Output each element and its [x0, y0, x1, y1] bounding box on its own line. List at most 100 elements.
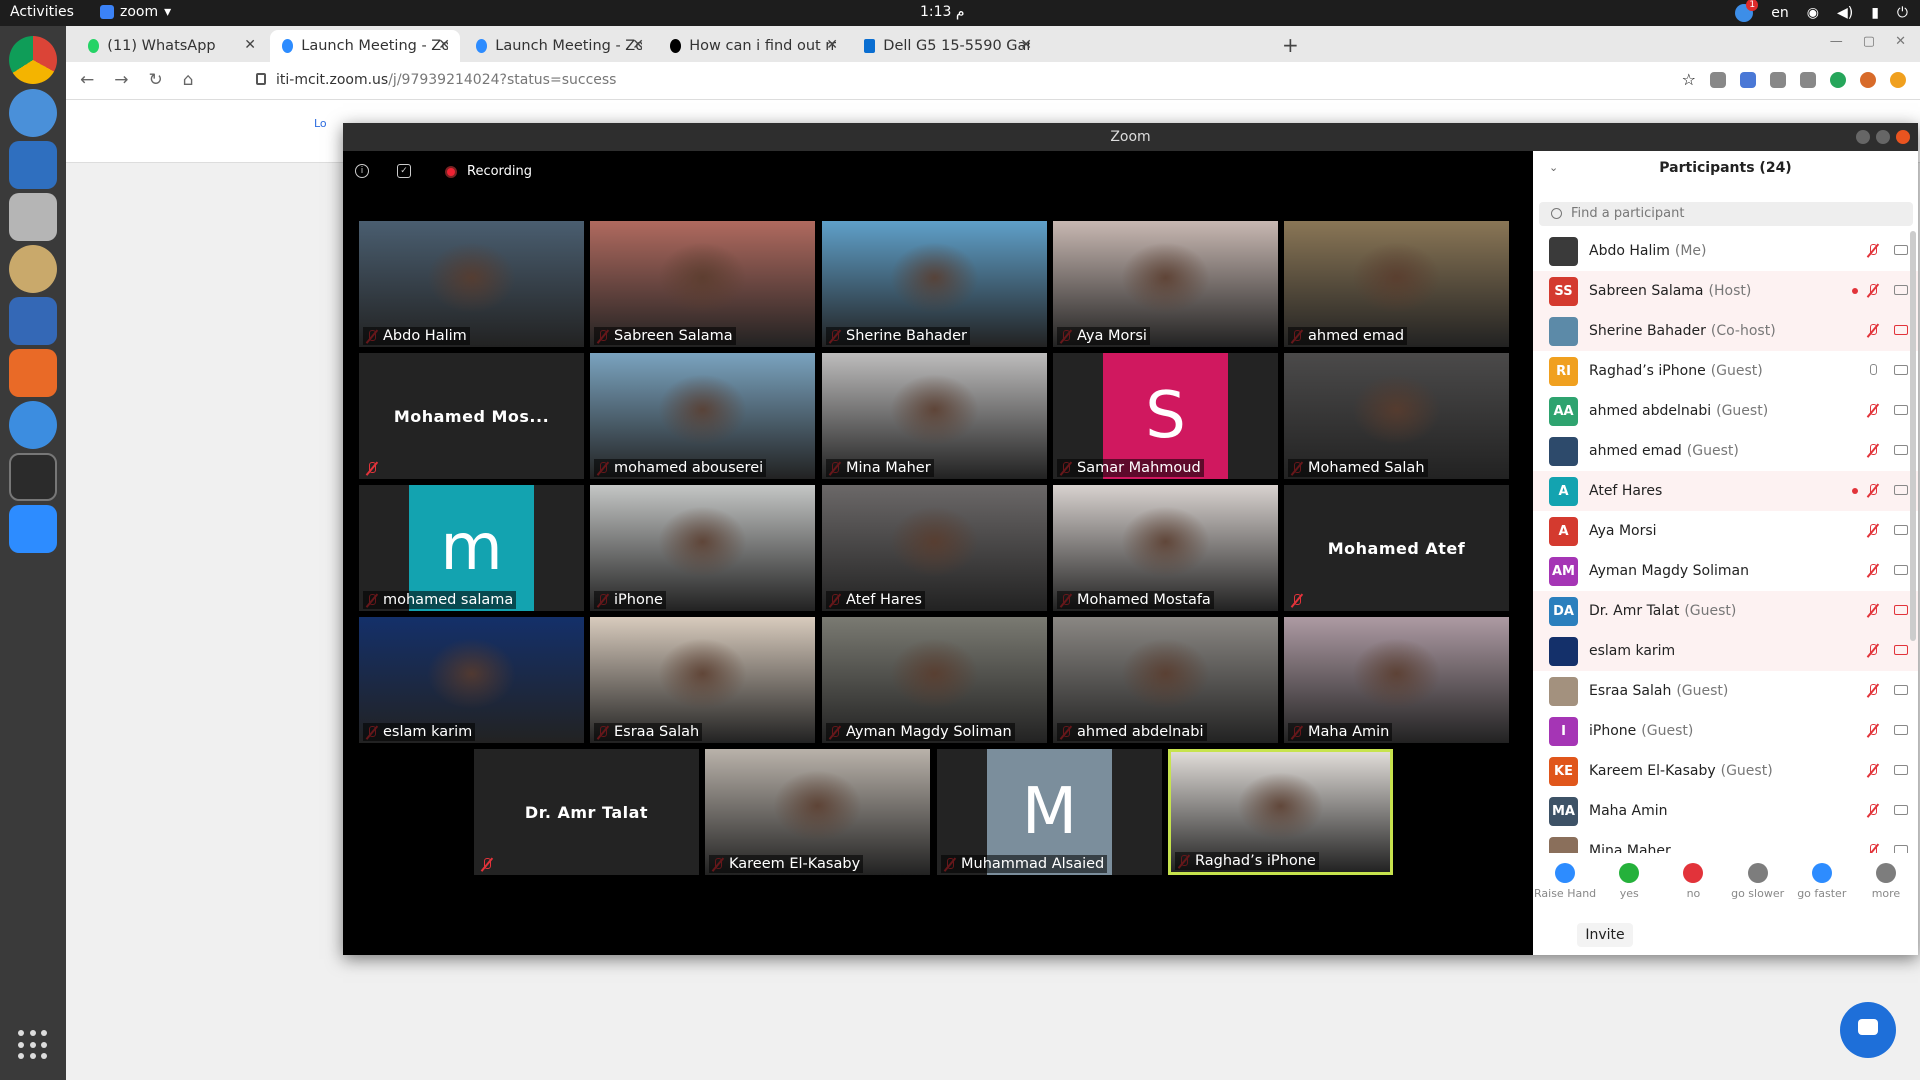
show-applications-icon[interactable] — [18, 1030, 48, 1060]
participant-row[interactable]: Esraa Salah (Guest) — [1533, 671, 1918, 711]
video-camera-icon[interactable] — [1894, 765, 1908, 775]
tab-question[interactable]: How can i find out my mo✕ — [658, 30, 848, 62]
video-tile[interactable]: mohamed abouserei — [590, 353, 815, 479]
video-tile[interactable]: Atef Hares — [822, 485, 1047, 611]
video-off-icon[interactable] — [1894, 605, 1908, 615]
video-tile[interactable]: Sherine Bahader — [822, 221, 1047, 347]
participant-row[interactable]: Sherine Bahader (Co-host) — [1533, 311, 1918, 351]
participant-row[interactable]: SS Sabreen Salama (Host) — [1533, 271, 1918, 311]
app-menu[interactable]: zoom ▾ — [100, 4, 171, 20]
muted-mic-icon[interactable] — [1866, 803, 1880, 819]
muted-mic-icon[interactable] — [1866, 843, 1880, 853]
close-tab-icon[interactable]: ✕ — [632, 37, 644, 53]
participant-row[interactable]: A Atef Hares — [1533, 471, 1918, 511]
muted-mic-icon[interactable] — [1866, 323, 1880, 339]
lock-icon[interactable] — [256, 73, 266, 85]
participant-row[interactable]: Mina Maher — [1533, 831, 1918, 853]
video-off-icon[interactable] — [1894, 645, 1908, 655]
participant-row[interactable]: KE Kareem El-Kasaby (Guest) — [1533, 751, 1918, 791]
participant-row[interactable]: AM Ayman Magdy Soliman — [1533, 551, 1918, 591]
close-icon[interactable]: ✕ — [1895, 34, 1906, 49]
restore-icon[interactable]: ▢ — [1863, 34, 1875, 49]
minimize-icon[interactable] — [1856, 130, 1870, 144]
terminal-icon[interactable] — [9, 453, 57, 501]
home-icon[interactable]: ⌂ — [183, 70, 194, 90]
video-tile[interactable]: Raghad’s iPhone — [1168, 749, 1393, 875]
participant-search-input[interactable]: Find a participant — [1539, 202, 1913, 226]
video-tile[interactable]: Dr. Amr Talat — [474, 749, 699, 875]
muted-mic-icon[interactable] — [1866, 283, 1880, 299]
video-camera-icon[interactable] — [1894, 525, 1908, 535]
video-tile[interactable]: eslam karim — [359, 617, 584, 743]
video-camera-icon[interactable] — [1894, 405, 1908, 415]
participant-row[interactable]: RI Raghad’s iPhone (Guest) — [1533, 351, 1918, 391]
muted-mic-icon[interactable] — [1866, 243, 1880, 259]
video-tile[interactable]: Mohamed Atef — [1284, 485, 1509, 611]
muted-mic-icon[interactable] — [1866, 563, 1880, 579]
video-camera-icon[interactable] — [1894, 725, 1908, 735]
thunderbird-icon[interactable] — [9, 141, 57, 189]
shield-icon[interactable]: ✓ — [397, 164, 411, 178]
clock[interactable]: 1:13 م — [920, 4, 965, 20]
video-tile[interactable]: Abdo Halim — [359, 221, 584, 347]
participant-row[interactable]: DA Dr. Amr Talat (Guest) — [1533, 591, 1918, 631]
activities-button[interactable]: Activities — [10, 4, 74, 20]
participant-row[interactable]: AA ahmed abdelnabi (Guest) — [1533, 391, 1918, 431]
close-tab-icon[interactable]: ✕ — [244, 37, 256, 53]
video-camera-icon[interactable] — [1894, 445, 1908, 455]
close-tab-icon[interactable]: ✕ — [826, 37, 838, 53]
forward-icon[interactable]: → — [114, 70, 128, 90]
video-tile[interactable]: M Muhammad Alsaied — [937, 749, 1162, 875]
muted-mic-icon[interactable] — [1866, 723, 1880, 739]
video-tile[interactable]: Aya Morsi — [1053, 221, 1278, 347]
rhythmbox-icon[interactable] — [9, 245, 57, 293]
invite-button[interactable]: Invite — [1577, 923, 1633, 947]
video-tile[interactable]: iPhone — [590, 485, 815, 611]
profile-avatar[interactable] — [1860, 71, 1876, 88]
zoom-dock-icon[interactable] — [9, 505, 57, 553]
writer-icon[interactable] — [9, 297, 57, 345]
muted-mic-icon[interactable] — [1866, 483, 1880, 499]
reload-icon[interactable]: ↻ — [149, 70, 163, 90]
muted-mic-icon[interactable] — [1866, 643, 1880, 659]
video-tile[interactable]: Sabreen Salama — [590, 221, 815, 347]
video-tile[interactable]: Kareem El-Kasaby — [705, 749, 930, 875]
tab-whatsapp[interactable]: (11) WhatsApp ✕ — [76, 30, 266, 62]
maximize-icon[interactable] — [1876, 130, 1890, 144]
reaction-button[interactable]: yes — [1597, 863, 1661, 915]
bookmark-star-icon[interactable]: ☆ — [1682, 70, 1696, 89]
video-tile[interactable]: Mohamed Mos... — [359, 353, 584, 479]
url-field[interactable]: iti-mcit.zoom.us/j/97939214024?status=su… — [276, 72, 616, 88]
participant-row[interactable]: Abdo Halim (Me) — [1533, 231, 1918, 271]
video-off-icon[interactable] — [1894, 325, 1908, 335]
reaction-button[interactable]: no — [1661, 863, 1725, 915]
minimize-icon[interactable]: — — [1830, 34, 1843, 49]
recording-indicator[interactable]: Recording — [445, 164, 532, 179]
video-tile[interactable]: S Samar Mahmoud — [1053, 353, 1278, 479]
extension-icon[interactable] — [1770, 71, 1786, 88]
video-tile[interactable]: Maha Amin — [1284, 617, 1509, 743]
video-tile[interactable]: Mohamed Mostafa — [1053, 485, 1278, 611]
video-tile[interactable]: Mina Maher — [822, 353, 1047, 479]
video-camera-icon[interactable] — [1894, 845, 1908, 853]
video-camera-icon[interactable] — [1894, 245, 1908, 255]
new-tab-button[interactable]: + — [1282, 33, 1299, 57]
muted-mic-icon[interactable] — [1866, 763, 1880, 779]
muted-mic-icon[interactable] — [1866, 683, 1880, 699]
back-icon[interactable]: ← — [80, 70, 94, 90]
software-center-icon[interactable] — [9, 349, 57, 397]
tab-dell[interactable]: Dell G5 15-5590 Gaming La✕ — [852, 30, 1042, 62]
video-tile[interactable]: Esraa Salah — [590, 617, 815, 743]
notification-icon[interactable]: 1 — [1735, 0, 1759, 22]
participant-row[interactable]: ahmed emad (Guest) — [1533, 431, 1918, 471]
update-warning-icon[interactable] — [1890, 71, 1906, 88]
video-tile[interactable]: ahmed abdelnabi — [1053, 617, 1278, 743]
video-camera-icon[interactable] — [1894, 485, 1908, 495]
files-icon[interactable] — [9, 193, 57, 241]
video-camera-icon[interactable] — [1894, 365, 1908, 375]
chat-bubble-button[interactable] — [1840, 1002, 1896, 1058]
help-icon[interactable] — [9, 401, 57, 449]
video-tile[interactable]: Mohamed Salah — [1284, 353, 1509, 479]
participant-row[interactable]: A Aya Morsi — [1533, 511, 1918, 551]
participant-row[interactable]: IiPhone (Guest) — [1533, 711, 1918, 751]
